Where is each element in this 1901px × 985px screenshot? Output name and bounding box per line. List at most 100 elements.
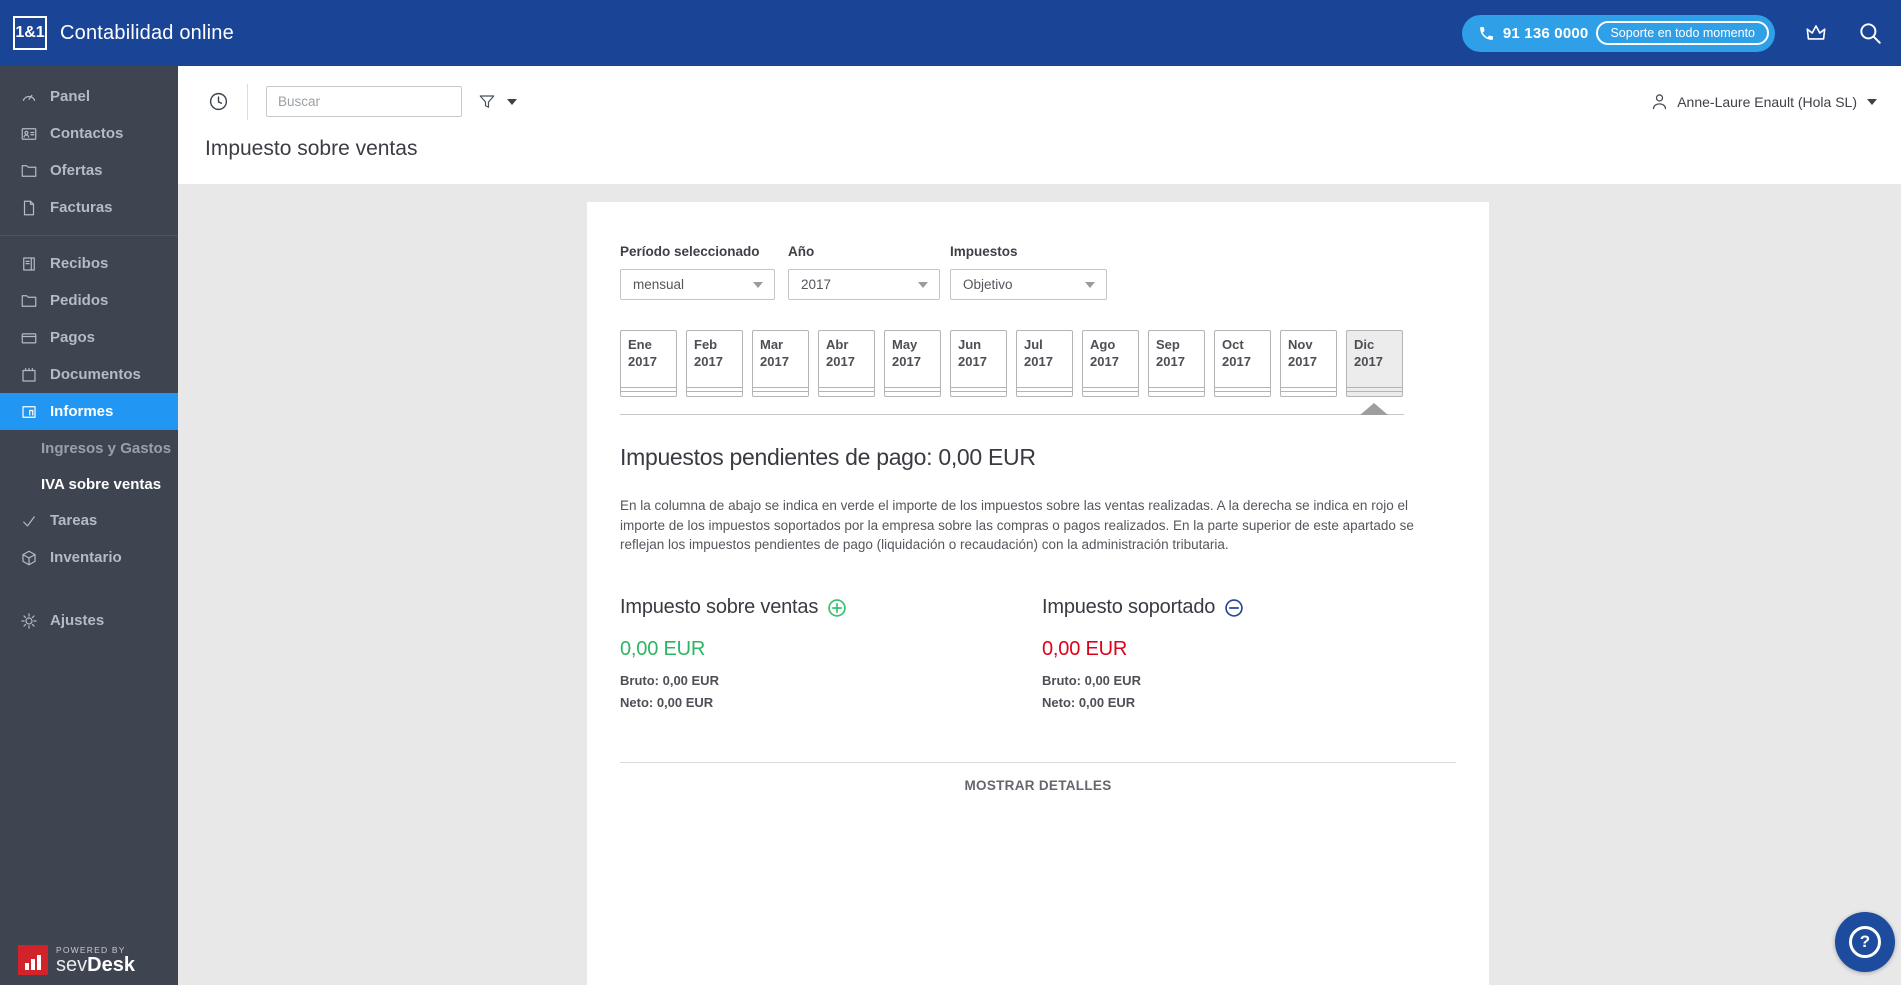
pending-taxes-heading: Impuestos pendientes de pago: 0,00 EUR — [620, 444, 1456, 471]
month-year: 2017 — [958, 353, 1006, 370]
tax-value: Objetivo — [963, 277, 1013, 292]
period-value: mensual — [633, 277, 684, 292]
sidebar-item-label: Informes — [50, 403, 113, 420]
chevron-down-icon — [1085, 282, 1095, 288]
content-area: Período seleccionado mensual Año 2017 Im… — [178, 184, 1901, 985]
sidebar-item-panel[interactable]: Panel — [0, 78, 178, 115]
help-button[interactable]: ? — [1835, 912, 1895, 972]
sales-tax-column: Impuesto sobre ventas 0,00 EUR Bruto: 0,… — [620, 596, 1042, 710]
month-tab[interactable]: May 2017 — [884, 330, 941, 397]
brand-logo-text: 1&1 — [15, 24, 44, 42]
chevron-down-icon — [753, 282, 763, 288]
filters-row: Período seleccionado mensual Año 2017 Im… — [620, 244, 1456, 300]
sidebar-item-label: Ofertas — [50, 162, 103, 179]
sidebar-item-label: Panel — [50, 88, 90, 105]
user-icon — [1650, 92, 1669, 111]
sidebar-item-ajustes[interactable]: Ajustes — [0, 602, 178, 639]
sidebar-subitem-label: IVA sobre ventas — [41, 476, 161, 493]
month-tab[interactable]: Ago 2017 — [1082, 330, 1139, 397]
phone-number: 91 136 0000 — [1503, 25, 1589, 42]
month-tab[interactable]: Jul 2017 — [1016, 330, 1073, 397]
sidebar-item-label: Tareas — [50, 512, 97, 529]
sidebar-item-documentos[interactable]: Documentos — [0, 356, 178, 393]
sevdesk-brand: sevDesk — [56, 955, 135, 976]
plus-circle-icon — [827, 598, 847, 618]
sidebar-item-recibos[interactable]: Recibos — [0, 245, 178, 282]
months-baseline — [620, 414, 1404, 415]
show-details-button[interactable]: MOSTRAR DETALLES — [620, 778, 1456, 793]
sidebar-subitem-iva-sobre-ventas[interactable]: IVA sobre ventas — [0, 466, 178, 502]
gear-icon — [20, 612, 38, 630]
crown-icon[interactable] — [1803, 20, 1829, 46]
report-description: En la columna de abajo se indica en verd… — [620, 496, 1452, 555]
month-tab[interactable]: Feb 2017 — [686, 330, 743, 397]
tax-select[interactable]: Objetivo — [950, 269, 1107, 300]
month-year: 2017 — [1090, 353, 1138, 370]
sevdesk-footer[interactable]: POWERED BY sevDesk — [18, 945, 135, 976]
sidebar: Panel Contactos Ofertas Facturas Recibos… — [0, 66, 178, 985]
month-year: 2017 — [628, 353, 676, 370]
sidebar-item-contactos[interactable]: Contactos — [0, 115, 178, 152]
month-name: Ene — [628, 336, 676, 353]
receipt-icon — [20, 255, 38, 273]
checkmark-icon — [20, 512, 38, 530]
brand-logo[interactable]: 1&1 — [13, 16, 47, 50]
month-name: Ago — [1090, 336, 1138, 353]
year-select[interactable]: 2017 — [788, 269, 940, 300]
support-phone-pill[interactable]: 91 136 0000 Soporte en todo momento — [1462, 15, 1775, 52]
chevron-down-icon — [1867, 99, 1877, 105]
filter-button[interactable] — [478, 93, 517, 111]
history-clock-icon[interactable] — [208, 91, 229, 112]
month-year: 2017 — [1222, 353, 1270, 370]
sidebar-item-facturas[interactable]: Facturas — [0, 189, 178, 226]
search-input[interactable] — [266, 86, 462, 117]
period-select[interactable]: mensual — [620, 269, 775, 300]
search-icon[interactable] — [1857, 20, 1883, 46]
months-wrap: Ene 2017 Feb 2017 Mar 2017 Abr 2017 May … — [620, 330, 1404, 415]
folder-icon — [20, 292, 38, 310]
topbar-right: 91 136 0000 Soporte en todo momento — [1462, 15, 1901, 52]
sidebar-item-inventario[interactable]: Inventario — [0, 539, 178, 576]
wallet-icon — [20, 329, 38, 347]
sales-tax-amount: 0,00 EUR — [620, 638, 1042, 661]
month-year: 2017 — [892, 353, 940, 370]
support-badge: Soporte en todo momento — [1596, 21, 1769, 45]
year-label: Año — [788, 244, 940, 259]
sidebar-item-ofertas[interactable]: Ofertas — [0, 152, 178, 189]
month-name: Jul — [1024, 336, 1072, 353]
user-menu[interactable]: Anne-Laure Enault (Hola SL) — [1650, 92, 1877, 111]
month-name: Jun — [958, 336, 1006, 353]
sidebar-item-tareas[interactable]: Tareas — [0, 502, 178, 539]
sidebar-item-informes[interactable]: Informes — [0, 393, 178, 430]
sidebar-item-pagos[interactable]: Pagos — [0, 319, 178, 356]
input-tax-column: Impuesto soportado 0,00 EUR Bruto: 0,00 … — [1042, 596, 1244, 710]
report-icon — [20, 403, 38, 421]
phone-icon — [1478, 25, 1495, 42]
month-tab[interactable]: Oct 2017 — [1214, 330, 1271, 397]
toolbar: Anne-Laure Enault (Hola SL) — [178, 66, 1901, 124]
month-tab[interactable]: Mar 2017 — [752, 330, 809, 397]
sidebar-subitem-ingresos-y-gastos[interactable]: Ingresos y Gastos — [0, 430, 178, 466]
tax-report-card: Período seleccionado mensual Año 2017 Im… — [587, 202, 1489, 985]
chevron-down-icon — [918, 282, 928, 288]
month-tab[interactable]: Ene 2017 — [620, 330, 677, 397]
calendar-icon — [20, 366, 38, 384]
app-title: Contabilidad online — [60, 22, 234, 45]
sidebar-item-label: Inventario — [50, 549, 122, 566]
month-tab[interactable]: Abr 2017 — [818, 330, 875, 397]
month-tab[interactable]: Jun 2017 — [950, 330, 1007, 397]
user-name: Anne-Laure Enault (Hola SL) — [1677, 94, 1857, 110]
month-tab[interactable]: Dic 2017 — [1346, 330, 1403, 397]
sidebar-item-label: Recibos — [50, 255, 108, 272]
month-name: Mar — [760, 336, 808, 353]
sevdesk-logo-icon — [18, 945, 48, 975]
question-mark-icon: ? — [1849, 926, 1881, 958]
sidebar-item-label: Contactos — [50, 125, 123, 142]
year-value: 2017 — [801, 277, 831, 292]
month-tab[interactable]: Nov 2017 — [1280, 330, 1337, 397]
sidebar-item-pedidos[interactable]: Pedidos — [0, 282, 178, 319]
month-tab[interactable]: Sep 2017 — [1148, 330, 1205, 397]
month-year: 2017 — [694, 353, 742, 370]
sales-tax-bruto: Bruto: 0,00 EUR — [620, 673, 1042, 688]
topbar: 1&1 Contabilidad online 91 136 0000 Sopo… — [0, 0, 1901, 66]
